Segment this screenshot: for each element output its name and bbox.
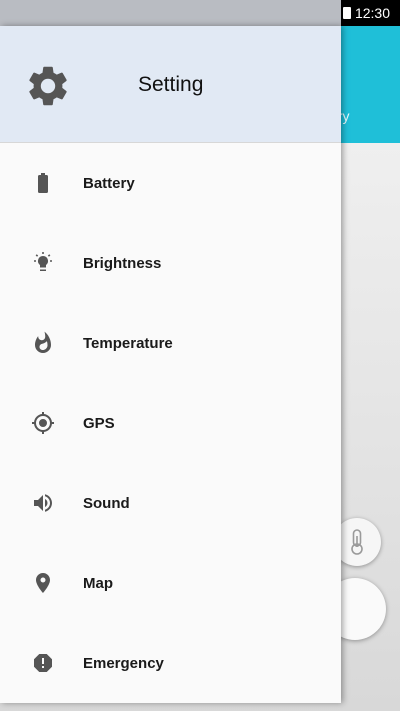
menu-item-temperature[interactable]: Temperature [0,303,341,383]
menu-item-label: Temperature [83,334,173,352]
menu-item-sound[interactable]: Sound [0,463,341,543]
menu-item-label: Emergency [83,654,164,672]
drawer-menu: Battery Brightness Temperature GPS Sound… [0,143,341,703]
screen: 12:30 ery Setting Battery [0,0,400,711]
alert-octagon-icon [31,651,55,675]
menu-item-map[interactable]: Map [0,543,341,623]
menu-item-label: GPS [83,414,115,432]
drawer-status-scrim [0,0,341,26]
menu-item-label: Sound [83,494,130,512]
gps-crosshair-icon [31,411,55,435]
menu-item-emergency[interactable]: Emergency [0,623,341,703]
battery-icon [31,171,55,195]
lightbulb-icon [31,251,55,275]
battery-icon [343,7,351,19]
thermometer-icon [351,529,363,555]
menu-item-label: Brightness [83,254,162,272]
drawer-header: Setting [0,26,341,142]
drawer-title: Setting [138,73,204,96]
navigation-drawer: Setting Battery Brightness Temperature G… [0,26,341,703]
volume-icon [31,491,55,515]
menu-item-brightness[interactable]: Brightness [0,223,341,303]
menu-item-gps[interactable]: GPS [0,383,341,463]
menu-item-label: Battery [83,174,135,192]
menu-item-label: Map [83,574,113,592]
map-pin-icon [31,571,55,595]
gear-icon [29,66,67,106]
menu-item-battery[interactable]: Battery [0,143,341,223]
flame-icon [31,331,55,355]
status-time: 12:30 [354,5,390,21]
